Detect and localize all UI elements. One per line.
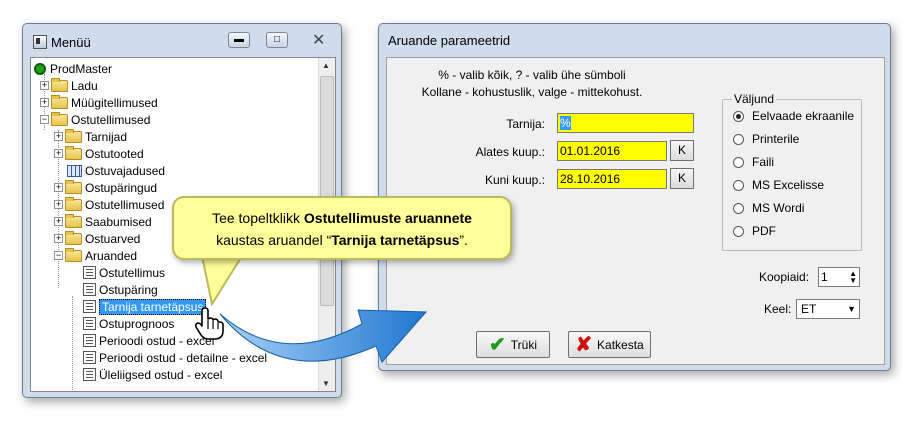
folder-open-icon bbox=[65, 247, 82, 262]
kuni-calendar-button[interactable]: K bbox=[670, 168, 694, 189]
radio-ms-excel[interactable]: MS Excelisse bbox=[733, 178, 824, 192]
alates-date-input[interactable]: 01.01.2016 bbox=[557, 141, 667, 161]
report-icon bbox=[83, 317, 96, 330]
tree-item-saabumised[interactable]: + Saabumised bbox=[54, 213, 152, 230]
minimize-button[interactable]: ▬ bbox=[228, 32, 250, 48]
scroll-down-icon[interactable]: ▼ bbox=[322, 379, 330, 388]
output-group-title: Väljund bbox=[732, 92, 777, 106]
instruction-callout: Tee topeltklikk Ostutellimuste aruannete… bbox=[172, 196, 512, 260]
maximize-button[interactable]: □ bbox=[266, 32, 288, 48]
tree-item-report-ostuprognoos[interactable]: Ostuprognoos bbox=[83, 315, 174, 332]
radio-pdf[interactable]: PDF bbox=[733, 224, 776, 238]
keel-label: Keel: bbox=[764, 302, 792, 316]
report-icon bbox=[83, 368, 96, 381]
scroll-up-icon[interactable]: ▲ bbox=[322, 61, 330, 70]
chevron-down-icon[interactable]: ▼ bbox=[847, 304, 856, 314]
radio-printerile[interactable]: Printerile bbox=[733, 132, 799, 146]
grid-icon bbox=[67, 164, 82, 177]
folder-icon bbox=[51, 94, 68, 109]
tree-item-ostutooted[interactable]: + Ostutooted bbox=[54, 145, 144, 162]
expand-icon[interactable]: + bbox=[54, 149, 63, 158]
folder-icon bbox=[65, 145, 82, 160]
report-icon bbox=[83, 334, 96, 347]
callout-tail bbox=[200, 254, 244, 307]
tree-item-report-uleliigsed-ostud[interactable]: Üleliigsed ostud - excel bbox=[83, 366, 222, 383]
radio-icon[interactable] bbox=[733, 202, 744, 214]
tarnija-input[interactable]: % bbox=[557, 113, 694, 133]
collapse-icon[interactable]: − bbox=[40, 115, 49, 124]
radio-icon[interactable] bbox=[733, 225, 744, 237]
dialog-title: Aruande parameetrid bbox=[388, 33, 511, 48]
keel-select[interactable]: ET ▼ bbox=[796, 299, 860, 319]
app-icon bbox=[33, 35, 47, 49]
root-icon bbox=[34, 62, 46, 75]
folder-icon bbox=[65, 179, 82, 194]
tree-item-muugitellimused[interactable]: + Müügitellimused bbox=[40, 94, 158, 111]
expand-icon[interactable]: + bbox=[54, 200, 63, 209]
cancel-button[interactable]: ✘ Katkesta bbox=[568, 331, 651, 358]
radio-ms-word[interactable]: MS Wordi bbox=[733, 201, 804, 215]
tree-item-tarnijad[interactable]: + Tarnijad bbox=[54, 128, 127, 145]
expand-icon[interactable]: + bbox=[54, 183, 63, 192]
folder-icon bbox=[65, 213, 82, 228]
expand-icon[interactable]: + bbox=[40, 81, 49, 90]
radio-faili[interactable]: Faili bbox=[733, 155, 774, 169]
hint-line-2: Kollane - kohustuslik, valge - mittekohu… bbox=[421, 85, 643, 99]
alates-label: Alates kuup.: bbox=[475, 145, 545, 159]
tree-item-ostutellimused[interactable]: − Ostutellimused bbox=[40, 111, 150, 128]
folder-open-icon bbox=[51, 111, 68, 126]
radio-selected-icon[interactable] bbox=[733, 110, 744, 122]
tree-item-report-ostuparing[interactable]: Ostupäring bbox=[83, 281, 158, 298]
checkmark-icon: ✔ bbox=[489, 334, 506, 356]
koopiaid-label: Koopiaid: bbox=[759, 270, 810, 284]
hint-line-1: % - valib kõik, ? - valib ühe sümboli bbox=[438, 68, 626, 82]
report-icon bbox=[83, 266, 96, 279]
kuni-label: Kuni kuup.: bbox=[484, 173, 545, 187]
report-icon bbox=[83, 283, 96, 296]
radio-eelvaade[interactable]: Eelvaade ekraanile bbox=[733, 109, 854, 123]
cross-icon: ✘ bbox=[575, 334, 593, 356]
report-icon bbox=[83, 300, 96, 313]
close-icon[interactable]: ✕ bbox=[312, 30, 325, 50]
spinner-arrows-icon[interactable]: ▲ ▼ bbox=[849, 270, 857, 285]
expand-icon[interactable]: + bbox=[40, 98, 49, 107]
report-icon bbox=[83, 351, 96, 364]
tree-item-ladu[interactable]: + Ladu bbox=[40, 77, 98, 94]
menu-window-title: Menüü bbox=[51, 35, 91, 50]
output-group: Väljund Eelvaade ekraanile Printerile Fa… bbox=[722, 92, 862, 251]
radio-icon[interactable] bbox=[733, 156, 744, 168]
kuni-date-input[interactable]: 28.10.2016 bbox=[557, 169, 667, 189]
tree-item-report-ostutellimus[interactable]: Ostutellimus bbox=[83, 264, 165, 281]
folder-icon bbox=[51, 77, 68, 92]
folder-icon bbox=[65, 128, 82, 143]
expand-icon[interactable]: + bbox=[54, 234, 63, 243]
alates-calendar-button[interactable]: K bbox=[670, 140, 694, 161]
selected-item-label: Tarnija tarnetäpsus bbox=[99, 298, 207, 315]
koopiaid-spinner[interactable]: 1 ▲ ▼ bbox=[818, 267, 860, 287]
tree-item-ostuarved[interactable]: + Ostuarved bbox=[54, 230, 140, 247]
tree-item-ostutellimused-sub[interactable]: + Ostutellimused bbox=[54, 196, 164, 213]
radio-icon[interactable] bbox=[733, 179, 744, 191]
print-button[interactable]: ✔ Trüki bbox=[476, 331, 550, 358]
tarnija-label: Tarnija: bbox=[506, 117, 545, 131]
tree-item-ostuvajadused[interactable]: Ostuvajadused bbox=[67, 162, 165, 179]
tree-item-ostuparingud[interactable]: + Ostupäringud bbox=[54, 179, 157, 196]
tree-item-aruanded[interactable]: − Aruanded bbox=[54, 247, 137, 264]
expand-icon[interactable]: + bbox=[54, 132, 63, 141]
tree-item-prodmaster[interactable]: ProdMaster bbox=[34, 60, 112, 77]
expand-icon[interactable]: + bbox=[54, 217, 63, 226]
radio-icon[interactable] bbox=[733, 133, 744, 145]
tree-item-report-tarnija-tarnetapsus[interactable]: Tarnija tarnetäpsus bbox=[83, 298, 207, 315]
folder-icon bbox=[65, 230, 82, 245]
collapse-icon[interactable]: − bbox=[54, 251, 63, 260]
folder-icon bbox=[65, 196, 82, 211]
